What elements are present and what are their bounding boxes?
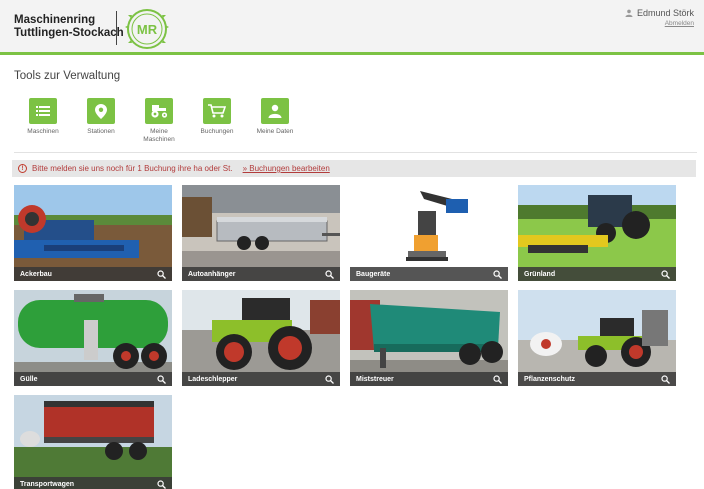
category-label: Ackerbau xyxy=(20,270,52,278)
category-tile-guelle[interactable]: Gülle xyxy=(14,290,172,386)
logo-text: MR xyxy=(137,22,158,37)
booking-notice: ! Bitte melden sie uns noch für 1 Buchun… xyxy=(12,160,696,177)
category-tile-ladeschlepper[interactable]: Ladeschlepper xyxy=(182,290,340,386)
location-pin-icon xyxy=(87,98,115,124)
tools-toolbar: Maschinen Stationen Meine Maschinen Buch… xyxy=(14,98,304,144)
category-tile-baugeraete[interactable]: Baugeräte xyxy=(350,185,508,281)
magnifier-icon[interactable] xyxy=(325,269,334,279)
tools-section-title: Tools zur Verwaltung xyxy=(14,70,121,82)
tool-buchungen[interactable]: Buchungen xyxy=(188,98,246,144)
category-label: Transportwagen xyxy=(20,480,75,488)
magnifier-icon[interactable] xyxy=(493,374,502,384)
cart-icon xyxy=(203,98,231,124)
magnifier-icon[interactable] xyxy=(325,374,334,384)
category-label: Pflanzenschutz xyxy=(524,375,575,383)
transportwagen-image xyxy=(14,395,172,489)
tool-label-line: Meine xyxy=(150,128,168,135)
category-tile-miststreuer[interactable]: Miststreuer xyxy=(350,290,508,386)
tile-caption: Ladeschlepper xyxy=(182,372,340,386)
user-icon xyxy=(261,98,289,124)
notice-text: Bitte melden sie uns noch für 1 Buchung … xyxy=(32,164,233,173)
brand-line-1: Maschinenring xyxy=(14,14,96,26)
user-name: Edmund Störk xyxy=(636,8,694,18)
tool-label-line: Stationen xyxy=(87,128,115,135)
tile-caption: Autoanhänger xyxy=(182,267,340,281)
tool-label-line: Buchungen xyxy=(200,128,234,135)
tool-label: Maschinen xyxy=(27,128,58,136)
category-label: Miststreuer xyxy=(356,375,394,383)
tool-label-line: Maschinen xyxy=(143,136,175,143)
tool-stationen[interactable]: Stationen xyxy=(72,98,130,144)
magnifier-icon[interactable] xyxy=(661,269,670,279)
user-name-row: Edmund Störk xyxy=(625,8,694,18)
tile-caption: Grünland xyxy=(518,267,676,281)
category-grid: Ackerbau Autoanhänger Baugeräte Grünland… xyxy=(14,185,684,489)
tool-label-line: Meine Daten xyxy=(256,128,294,135)
tractor-icon xyxy=(145,98,173,124)
magnifier-icon[interactable] xyxy=(157,479,166,489)
tile-caption: Transportwagen xyxy=(14,477,172,489)
user-icon xyxy=(625,9,633,17)
tool-label: Stationen xyxy=(87,128,114,136)
category-label: Ladeschlepper xyxy=(188,375,238,383)
tile-caption: Ackerbau xyxy=(14,267,172,281)
brand-divider xyxy=(116,11,117,45)
warning-icon: ! xyxy=(18,164,27,173)
category-label: Grünland xyxy=(524,270,556,278)
header-bar: Maschinenring Tuttlingen-Stockach MR Edm… xyxy=(0,0,704,55)
category-tile-autoanhaenger[interactable]: Autoanhänger xyxy=(182,185,340,281)
category-tile-transportwagen[interactable]: Transportwagen xyxy=(14,395,172,489)
magnifier-icon[interactable] xyxy=(157,269,166,279)
tool-maschinen[interactable]: Maschinen xyxy=(14,98,72,144)
category-label: Gülle xyxy=(20,375,38,383)
tool-meine-maschinen[interactable]: Meine Maschinen xyxy=(130,98,188,144)
category-tile-gruenland[interactable]: Grünland xyxy=(518,185,676,281)
tool-label-line: Maschinen xyxy=(27,128,59,135)
tile-caption: Gülle xyxy=(14,372,172,386)
category-tile-ackerbau[interactable]: Ackerbau xyxy=(14,185,172,281)
brand-line-2: Tuttlingen-Stockach xyxy=(14,27,124,39)
magnifier-icon[interactable] xyxy=(661,374,670,384)
tool-meine-daten[interactable]: Meine Daten xyxy=(246,98,304,144)
list-icon xyxy=(29,98,57,124)
mr-logo-icon[interactable]: MR xyxy=(123,8,171,50)
logout-link[interactable]: Abmelden xyxy=(625,20,694,27)
category-label: Autoanhänger xyxy=(188,270,236,278)
magnifier-icon[interactable] xyxy=(493,269,502,279)
category-tile-pflanzenschutz[interactable]: Pflanzenschutz xyxy=(518,290,676,386)
tool-label: Buchungen xyxy=(201,128,234,136)
tile-caption: Pflanzenschutz xyxy=(518,372,676,386)
brand-name[interactable]: Maschinenring Tuttlingen-Stockach xyxy=(14,14,124,40)
edit-bookings-link[interactable]: » Buchungen bearbeiten xyxy=(243,164,330,173)
divider xyxy=(14,152,697,153)
tile-caption: Baugeräte xyxy=(350,267,508,281)
tool-label: Meine Daten xyxy=(257,128,294,136)
magnifier-icon[interactable] xyxy=(157,374,166,384)
category-label: Baugeräte xyxy=(356,270,391,278)
user-menu[interactable]: Edmund Störk Abmelden xyxy=(625,8,694,27)
tile-caption: Miststreuer xyxy=(350,372,508,386)
tool-label: Meine Maschinen xyxy=(143,128,174,144)
